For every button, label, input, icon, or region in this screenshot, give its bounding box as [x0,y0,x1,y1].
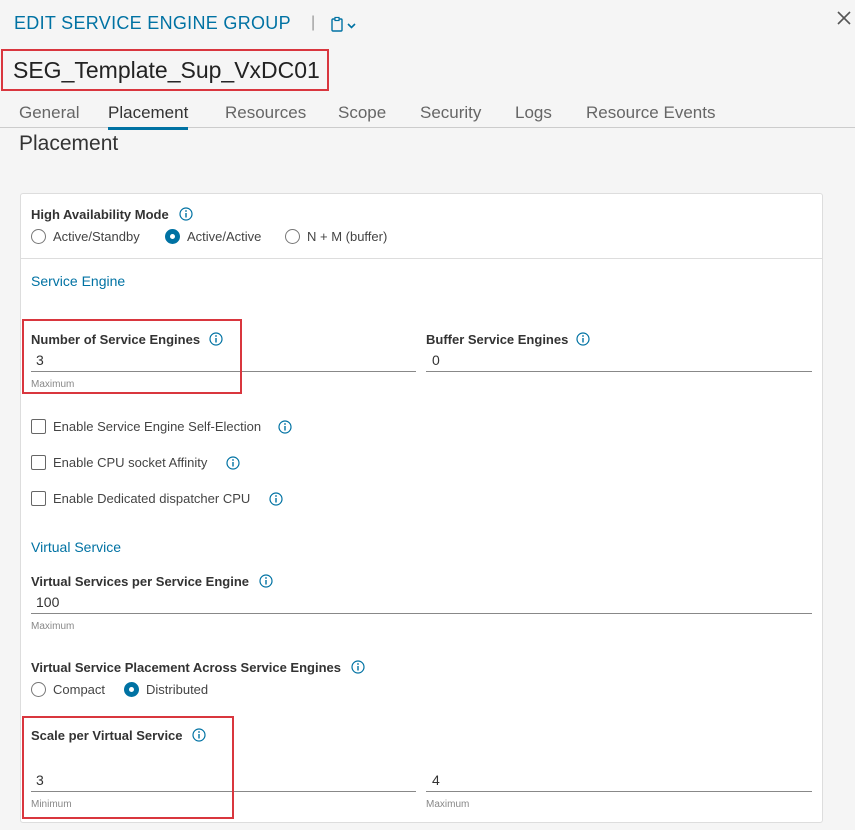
input-underline [31,613,812,614]
scale-max-hint: Maximum [426,799,470,810]
tab-logs[interactable]: Logs [515,103,552,127]
tab-placement[interactable]: Placement [108,103,189,130]
virtual-service-heading: Virtual Service [31,539,122,555]
dedicated-dispatcher-label: Enable Dedicated dispatcher CPU [53,491,251,506]
self-election-label: Enable Service Engine Self-Election [53,419,262,434]
vs-per-se-hint: Maximum [31,621,75,632]
vs-per-se-label: Virtual Services per Service Engine [31,574,249,589]
seg-name: SEG_Template_Sup_VxDC01 [13,57,320,83]
cpu-socket-affinity-label: Enable CPU socket Affinity [53,455,208,470]
buffer-service-engines-label: Buffer Service Engines [426,332,569,347]
tab-general[interactable]: General [19,103,79,127]
info-icon[interactable] [351,660,365,674]
info-icon[interactable] [179,207,193,221]
vs-placement-label: Virtual Service Placement Across Service… [31,660,341,675]
divider [20,258,823,259]
clipboard-icon [331,16,356,32]
ha-option-active-active: Active/Active [187,229,262,244]
clipboard-dropdown-button[interactable] [330,16,360,36]
input-underline [426,791,812,792]
input-underline [426,371,812,372]
placement-radio-distributed[interactable] [124,682,139,697]
ha-radio-active-active[interactable] [165,229,180,244]
ha-option-n-plus-m: N + M (buffer) [307,229,388,244]
buffer-service-engines-input[interactable]: 0 [432,352,440,368]
scale-highlight [22,716,234,819]
tab-scope[interactable]: Scope [338,103,386,127]
scale-max-input[interactable]: 4 [432,772,440,788]
modal-title: EDIT SERVICE ENGINE GROUP [14,13,291,33]
ha-mode-label: High Availability Mode [31,207,169,222]
ha-option-active-standby: Active/Standby [53,229,140,244]
info-icon[interactable] [576,332,590,346]
num-engines-highlight [22,319,242,394]
tab-bar: General Placement Resources Scope Securi… [0,100,855,130]
placement-option-distributed: Distributed [146,682,209,697]
ha-radio-n-plus-m[interactable] [285,229,300,244]
cpu-socket-affinity-checkbox[interactable] [31,455,46,470]
tab-resource-events[interactable]: Resource Events [586,103,715,127]
service-engine-heading: Service Engine [31,273,126,289]
info-icon[interactable] [226,456,240,470]
title-separator: | [311,14,316,31]
tab-security[interactable]: Security [420,103,481,127]
section-title: Placement [19,132,119,155]
ha-radio-active-standby[interactable] [31,229,46,244]
placement-option-compact: Compact [53,682,106,697]
vs-per-se-input[interactable]: 100 [36,594,59,610]
close-icon [837,11,851,25]
tab-resources[interactable]: Resources [225,103,306,127]
info-icon[interactable] [269,492,283,506]
dedicated-dispatcher-checkbox[interactable] [31,491,46,506]
close-button[interactable] [834,8,854,28]
placement-radio-compact[interactable] [31,682,46,697]
info-icon[interactable] [278,420,292,434]
self-election-checkbox[interactable] [31,419,46,434]
info-icon[interactable] [259,574,273,588]
